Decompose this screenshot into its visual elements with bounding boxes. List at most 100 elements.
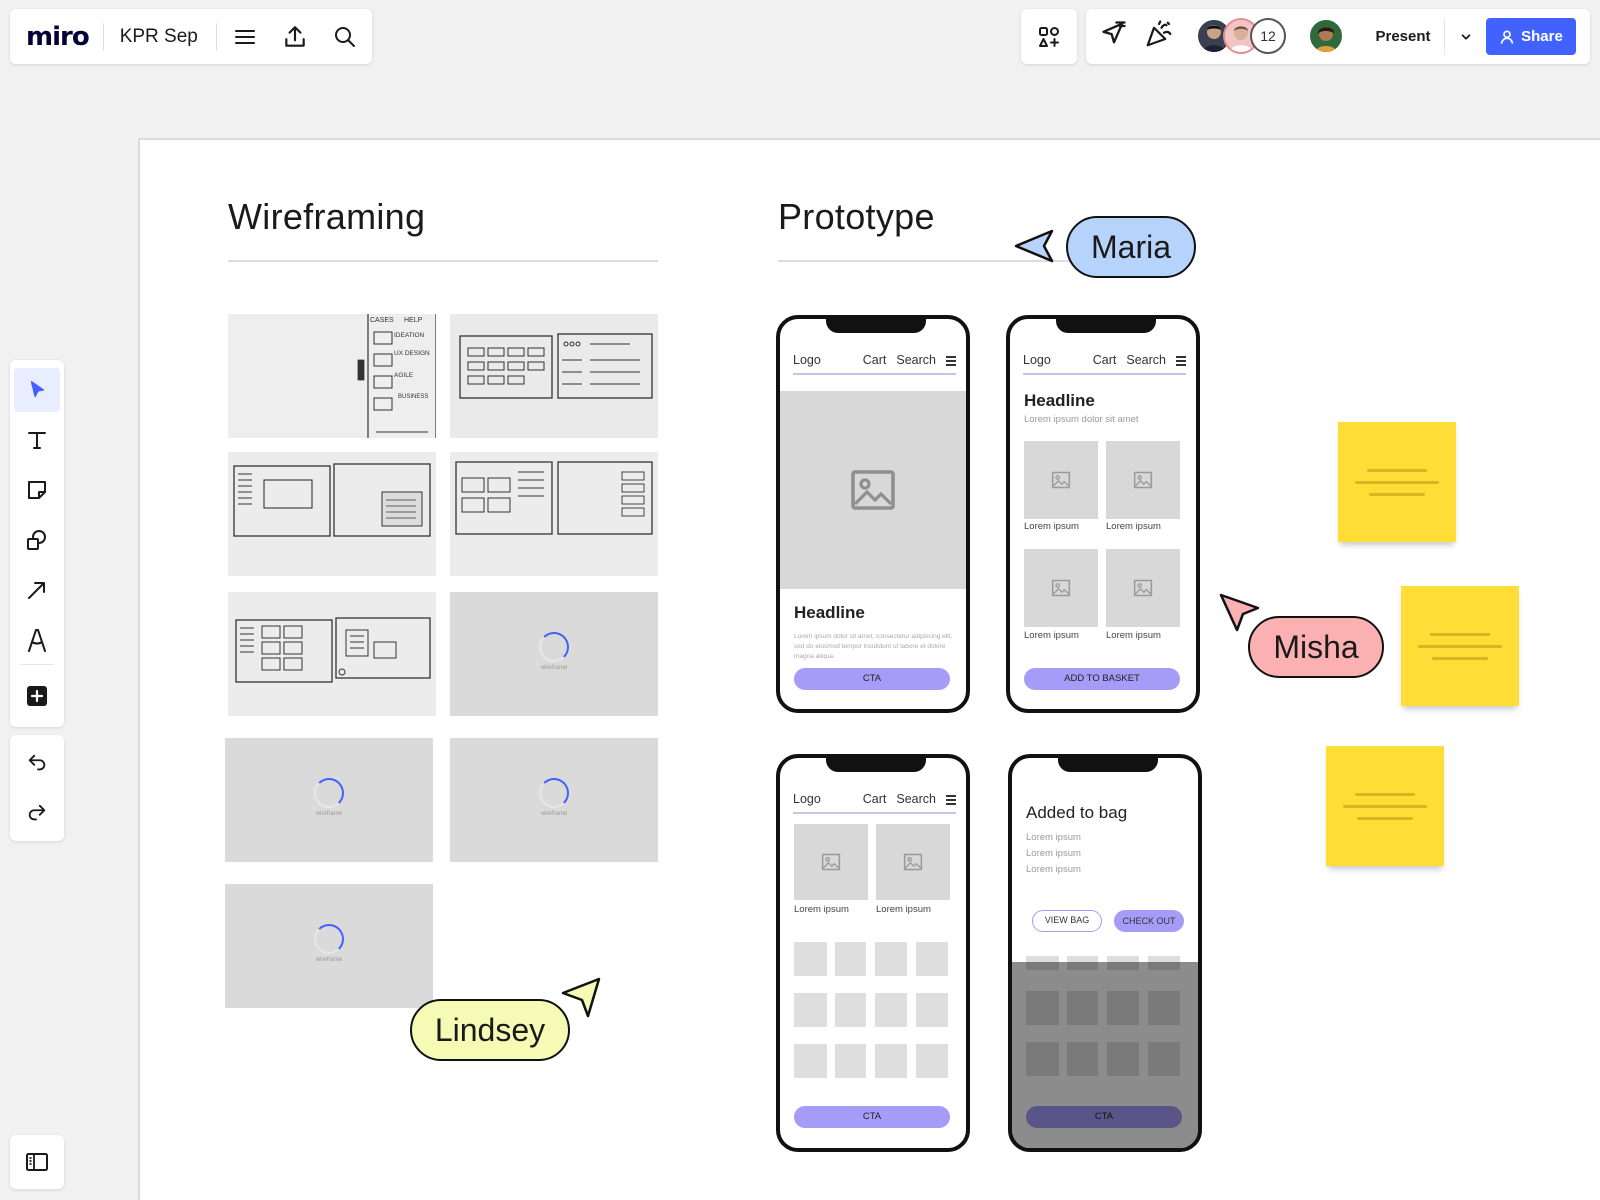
wireframe-thumbnail[interactable]: [450, 452, 658, 576]
hamburger-icon: [946, 792, 956, 812]
present-button[interactable]: Present: [1362, 18, 1486, 55]
phone-nav: Logo Cart Search: [793, 353, 956, 375]
nav-logo: Logo: [793, 353, 821, 367]
product-image-placeholder: [1024, 549, 1098, 627]
history-toolbar: [10, 735, 64, 841]
redo-button[interactable]: [14, 791, 60, 835]
loading-spinner: [314, 778, 344, 808]
grid-tile: [835, 942, 866, 976]
text-icon: [28, 432, 46, 449]
nav-search: Search: [896, 792, 936, 806]
product-image-placeholder: [1106, 441, 1180, 519]
grid-tile: [916, 993, 948, 1027]
loading-spinner: [539, 778, 569, 808]
phone-mockup[interactable]: Added to bag Lorem ipsum Lorem ipsum Lor…: [1008, 754, 1202, 1152]
phone-mockup[interactable]: Logo Cart Search Headline Lorem ipsum do…: [1006, 315, 1200, 713]
wireframe-thumbnail[interactable]: [228, 452, 436, 576]
cta-button: CTA: [794, 668, 950, 690]
wireframe-thumbnail-loading[interactable]: wireframe: [450, 738, 658, 862]
wireframing-title[interactable]: Wireframing: [228, 196, 425, 238]
nav-logo: Logo: [1023, 353, 1051, 367]
wireframe-thumbnail[interactable]: [228, 592, 436, 716]
grid-tile: [916, 1044, 948, 1078]
select-tool[interactable]: [14, 368, 60, 412]
image-icon: [903, 853, 923, 871]
loading-spinner: [314, 924, 344, 954]
search-icon[interactable]: [323, 15, 367, 59]
prototype-title[interactable]: Prototype: [778, 196, 935, 238]
share-button[interactable]: Share: [1486, 18, 1576, 55]
wireframe-thumbnail-loading[interactable]: wireframe: [225, 884, 433, 1008]
user-icon: [1500, 30, 1514, 44]
nav-cart: Cart: [862, 792, 887, 806]
image-icon: [1133, 579, 1153, 597]
image-icon: [1051, 579, 1071, 597]
sticky-note[interactable]: [1401, 586, 1519, 706]
nav-logo: Logo: [793, 792, 821, 806]
checkout-button: CHECK OUT: [1114, 910, 1184, 932]
nav-search: Search: [1126, 353, 1166, 367]
present-label: Present: [1375, 28, 1431, 45]
loading-spinner: [539, 632, 569, 662]
sticky-note-icon: [28, 481, 46, 499]
pen-icon: [28, 629, 46, 652]
divider: [215, 22, 217, 51]
sketch-note: UX DESIGN: [394, 350, 430, 357]
hamburger-icon[interactable]: [223, 15, 267, 59]
cursor-icon[interactable]: [1100, 19, 1128, 52]
text-tool[interactable]: [14, 418, 60, 462]
undo-button[interactable]: [14, 741, 60, 785]
connection-tool[interactable]: [14, 568, 60, 612]
hero-image-placeholder: [780, 391, 966, 589]
sticky-note-tool[interactable]: [14, 468, 60, 512]
wireframe-thumbnail[interactable]: [450, 314, 658, 438]
grid-tile: [835, 993, 866, 1027]
sidebar-panel-button[interactable]: [10, 1135, 64, 1189]
phone-nav: Logo Cart Search: [793, 792, 956, 814]
upload-icon[interactable]: [273, 15, 317, 59]
lindsey-cursor-label: Lindsey: [410, 999, 570, 1061]
sketch-note: BUSINESS: [398, 394, 429, 400]
miro-logo[interactable]: miro: [10, 22, 103, 52]
product-label: Lorem ipsum: [1024, 630, 1079, 641]
wireframe-thumbnail-loading[interactable]: wireframe: [225, 738, 433, 862]
phone-mockup[interactable]: Logo Cart Search Headline Lorem ipsum do…: [776, 315, 970, 713]
board-title[interactable]: KPR Sep: [104, 26, 216, 48]
product-image-placeholder: [794, 824, 868, 900]
sticky-note[interactable]: [1338, 422, 1456, 542]
phone-headline: Headline: [1024, 391, 1095, 410]
phone-mockup[interactable]: Logo Cart Search Lorem ipsum Lorem ipsum…: [776, 754, 970, 1152]
apps-button[interactable]: [1021, 9, 1077, 64]
grid-tile: [835, 1044, 866, 1078]
party-icon[interactable]: [1144, 19, 1174, 54]
grid-tile: [875, 1044, 907, 1078]
pen-tool[interactable]: [14, 618, 60, 662]
thumbnail-caption: wireframe: [315, 811, 343, 817]
phone-nav: Logo Cart Search: [1023, 353, 1186, 375]
sketch-note: AGILE: [394, 372, 414, 379]
redo-icon: [28, 804, 46, 821]
grid-tile: [875, 942, 907, 976]
chevron-down-icon[interactable]: [1445, 30, 1486, 44]
phone-body-text: Lorem ipsum dolor sit amet, consectetur …: [794, 633, 953, 660]
thumbnail-caption: wireframe: [315, 957, 343, 963]
phone-notch: [1058, 758, 1158, 772]
avatar[interactable]: [1308, 18, 1344, 54]
grid-tile: [794, 942, 827, 976]
phone-notch: [826, 758, 926, 772]
participant-count[interactable]: 12: [1250, 18, 1286, 54]
wireframe-thumbnail-loading[interactable]: wireframe: [450, 592, 658, 716]
product-image-placeholder: [1106, 549, 1180, 627]
cta-button: CTA: [794, 1106, 950, 1128]
nav-cart: Cart: [862, 353, 887, 367]
more-tools-button[interactable]: [14, 674, 60, 718]
product-image-placeholder: [876, 824, 950, 900]
sticky-note[interactable]: [1326, 746, 1444, 866]
share-label: Share: [1521, 28, 1563, 45]
thumbnail-caption: wireframe: [540, 665, 568, 671]
wireframe-thumbnail[interactable]: CASES HELP IDEATION UX DESIGN AGILE BUSI…: [228, 314, 436, 438]
product-label: Lorem ipsum: [1106, 521, 1161, 532]
phone-subtitle: Lorem ipsum dolor sit amet: [1024, 414, 1139, 425]
shapes-tool[interactable]: [14, 518, 60, 562]
product-label: Lorem ipsum: [794, 904, 849, 915]
